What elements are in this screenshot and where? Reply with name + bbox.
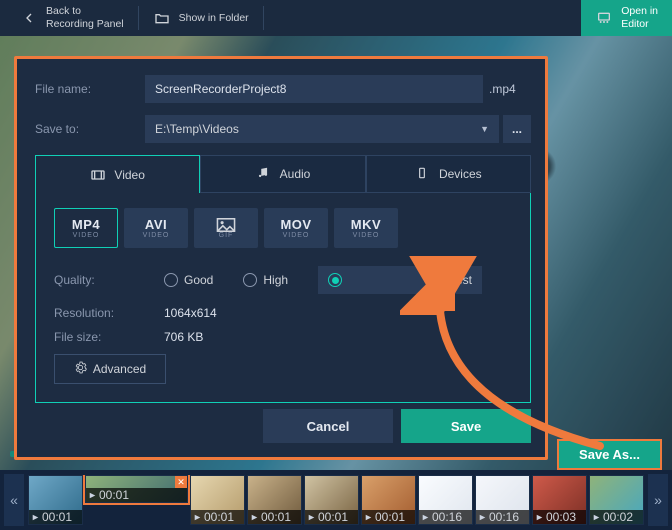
format-mkv[interactable]: MKVVIDEO [334, 208, 398, 248]
format-avi[interactable]: AVIVIDEO [124, 208, 188, 248]
modal-buttons: Cancel Save [263, 409, 531, 443]
tab-audio-label: Audio [280, 167, 311, 181]
quality-high[interactable]: High [243, 273, 288, 287]
thumb-meta: 00:01 [86, 488, 187, 502]
save-as-button[interactable]: Save As... [557, 439, 662, 470]
quality-row: Quality: Good High Highest [54, 266, 512, 294]
thumbnail[interactable]: 00:01 [28, 475, 83, 525]
tab-body: MP4VIDEO AVIVIDEO GIF MOVVIDEO MKVVIDEO … [35, 192, 531, 403]
devices-icon [415, 166, 431, 182]
strip-next[interactable]: » [648, 474, 668, 526]
filename-input[interactable] [145, 75, 483, 103]
filesize-row: File size: 706 KB [54, 330, 512, 344]
radio-icon [164, 273, 178, 287]
saveto-value: E:\Temp\Videos [155, 122, 239, 136]
thumbnail[interactable]: 00:03 [532, 475, 587, 525]
resolution-label: Resolution: [54, 306, 164, 320]
resolution-row: Resolution: 1064x614 [54, 306, 512, 320]
format-mov[interactable]: MOVVIDEO [264, 208, 328, 248]
thumbnail[interactable]: 00:01 [190, 475, 245, 525]
audio-icon [256, 166, 272, 182]
gear-icon [74, 361, 87, 377]
tab-video-label: Video [114, 168, 144, 182]
thumb-meta: 00:16 [419, 510, 472, 524]
save-button[interactable]: Save [401, 409, 531, 443]
format-gif[interactable]: GIF [194, 208, 258, 248]
filesize-label: File size: [54, 330, 164, 344]
saveto-dropdown[interactable]: E:\Temp\Videos ▼ [145, 115, 499, 143]
open-in-editor-button[interactable]: Open in Editor [581, 0, 672, 36]
folder-icon [153, 9, 171, 27]
filename-ext: .mp4 [483, 82, 531, 96]
tab-devices-label: Devices [439, 167, 482, 181]
separator [263, 6, 264, 30]
image-icon [216, 218, 236, 232]
tab-devices[interactable]: Devices [366, 155, 531, 193]
quality-good[interactable]: Good [164, 273, 213, 287]
format-buttons: MP4VIDEO AVIVIDEO GIF MOVVIDEO MKVVIDEO [54, 208, 512, 248]
thumbnail[interactable]: 00:01 [361, 475, 416, 525]
thumbnail[interactable]: 00:02 [589, 475, 644, 525]
thumb-meta: 00:01 [305, 510, 358, 524]
thumb-meta: 00:16 [476, 510, 529, 524]
filename-label: File name: [35, 82, 145, 96]
video-icon [90, 167, 106, 183]
strip-prev[interactable]: « [4, 474, 24, 526]
thumb-meta: 00:01 [248, 510, 301, 524]
tab-video[interactable]: Video [35, 155, 200, 193]
browse-button[interactable]: ... [503, 115, 531, 143]
radio-icon [243, 273, 257, 287]
filename-row: File name: .mp4 [35, 75, 531, 103]
resolution-value: 1064x614 [164, 306, 217, 320]
arrow-left-icon [20, 9, 38, 27]
cancel-button[interactable]: Cancel [263, 409, 393, 443]
format-mp4[interactable]: MP4VIDEO [54, 208, 118, 248]
thumbnail[interactable]: 00:16 [475, 475, 530, 525]
thumb-meta: 00:01 [362, 510, 415, 524]
show-label: Show in Folder [179, 12, 249, 25]
saveto-row: Save to: E:\Temp\Videos ▼ ... [35, 115, 531, 143]
quality-label: Quality: [54, 273, 164, 287]
thumbnail[interactable]: 00:01 [247, 475, 302, 525]
quality-highest[interactable]: Highest [318, 266, 482, 294]
format-tabs: Video Audio Devices [35, 155, 531, 193]
thumb-meta: 00:01 [29, 510, 82, 524]
save-dialog: File name: .mp4 Save to: E:\Temp\Videos … [14, 56, 548, 460]
chevron-down-icon: ▼ [480, 124, 489, 134]
advanced-label: Advanced [93, 362, 146, 376]
thumbnail[interactable]: ✕00:01 [85, 475, 188, 503]
show-in-folder-button[interactable]: Show in Folder [139, 0, 263, 36]
thumb-delete[interactable]: ✕ [175, 476, 187, 488]
filmstrip: « 00:01✕00:0100:0100:0100:0100:0100:1600… [0, 470, 672, 530]
thumbnail[interactable]: 00:01 [304, 475, 359, 525]
tab-audio[interactable]: Audio [200, 155, 365, 193]
advanced-button[interactable]: Advanced [54, 354, 166, 384]
thumb-meta: 00:03 [533, 510, 586, 524]
thumbs-container: 00:01✕00:0100:0100:0100:0100:0100:1600:1… [28, 475, 644, 525]
thumb-meta: 00:01 [191, 510, 244, 524]
thumb-meta: 00:02 [590, 510, 643, 524]
filesize-value: 706 KB [164, 330, 203, 344]
saveto-label: Save to: [35, 122, 145, 136]
open-label: Open in Editor [621, 5, 658, 30]
editor-icon [595, 9, 613, 27]
top-toolbar: Back to Recording Panel Show in Folder O… [0, 0, 672, 36]
radio-icon [328, 273, 342, 287]
back-button[interactable]: Back to Recording Panel [6, 0, 138, 36]
thumbnail[interactable]: 00:16 [418, 475, 473, 525]
back-label: Back to Recording Panel [46, 5, 124, 30]
